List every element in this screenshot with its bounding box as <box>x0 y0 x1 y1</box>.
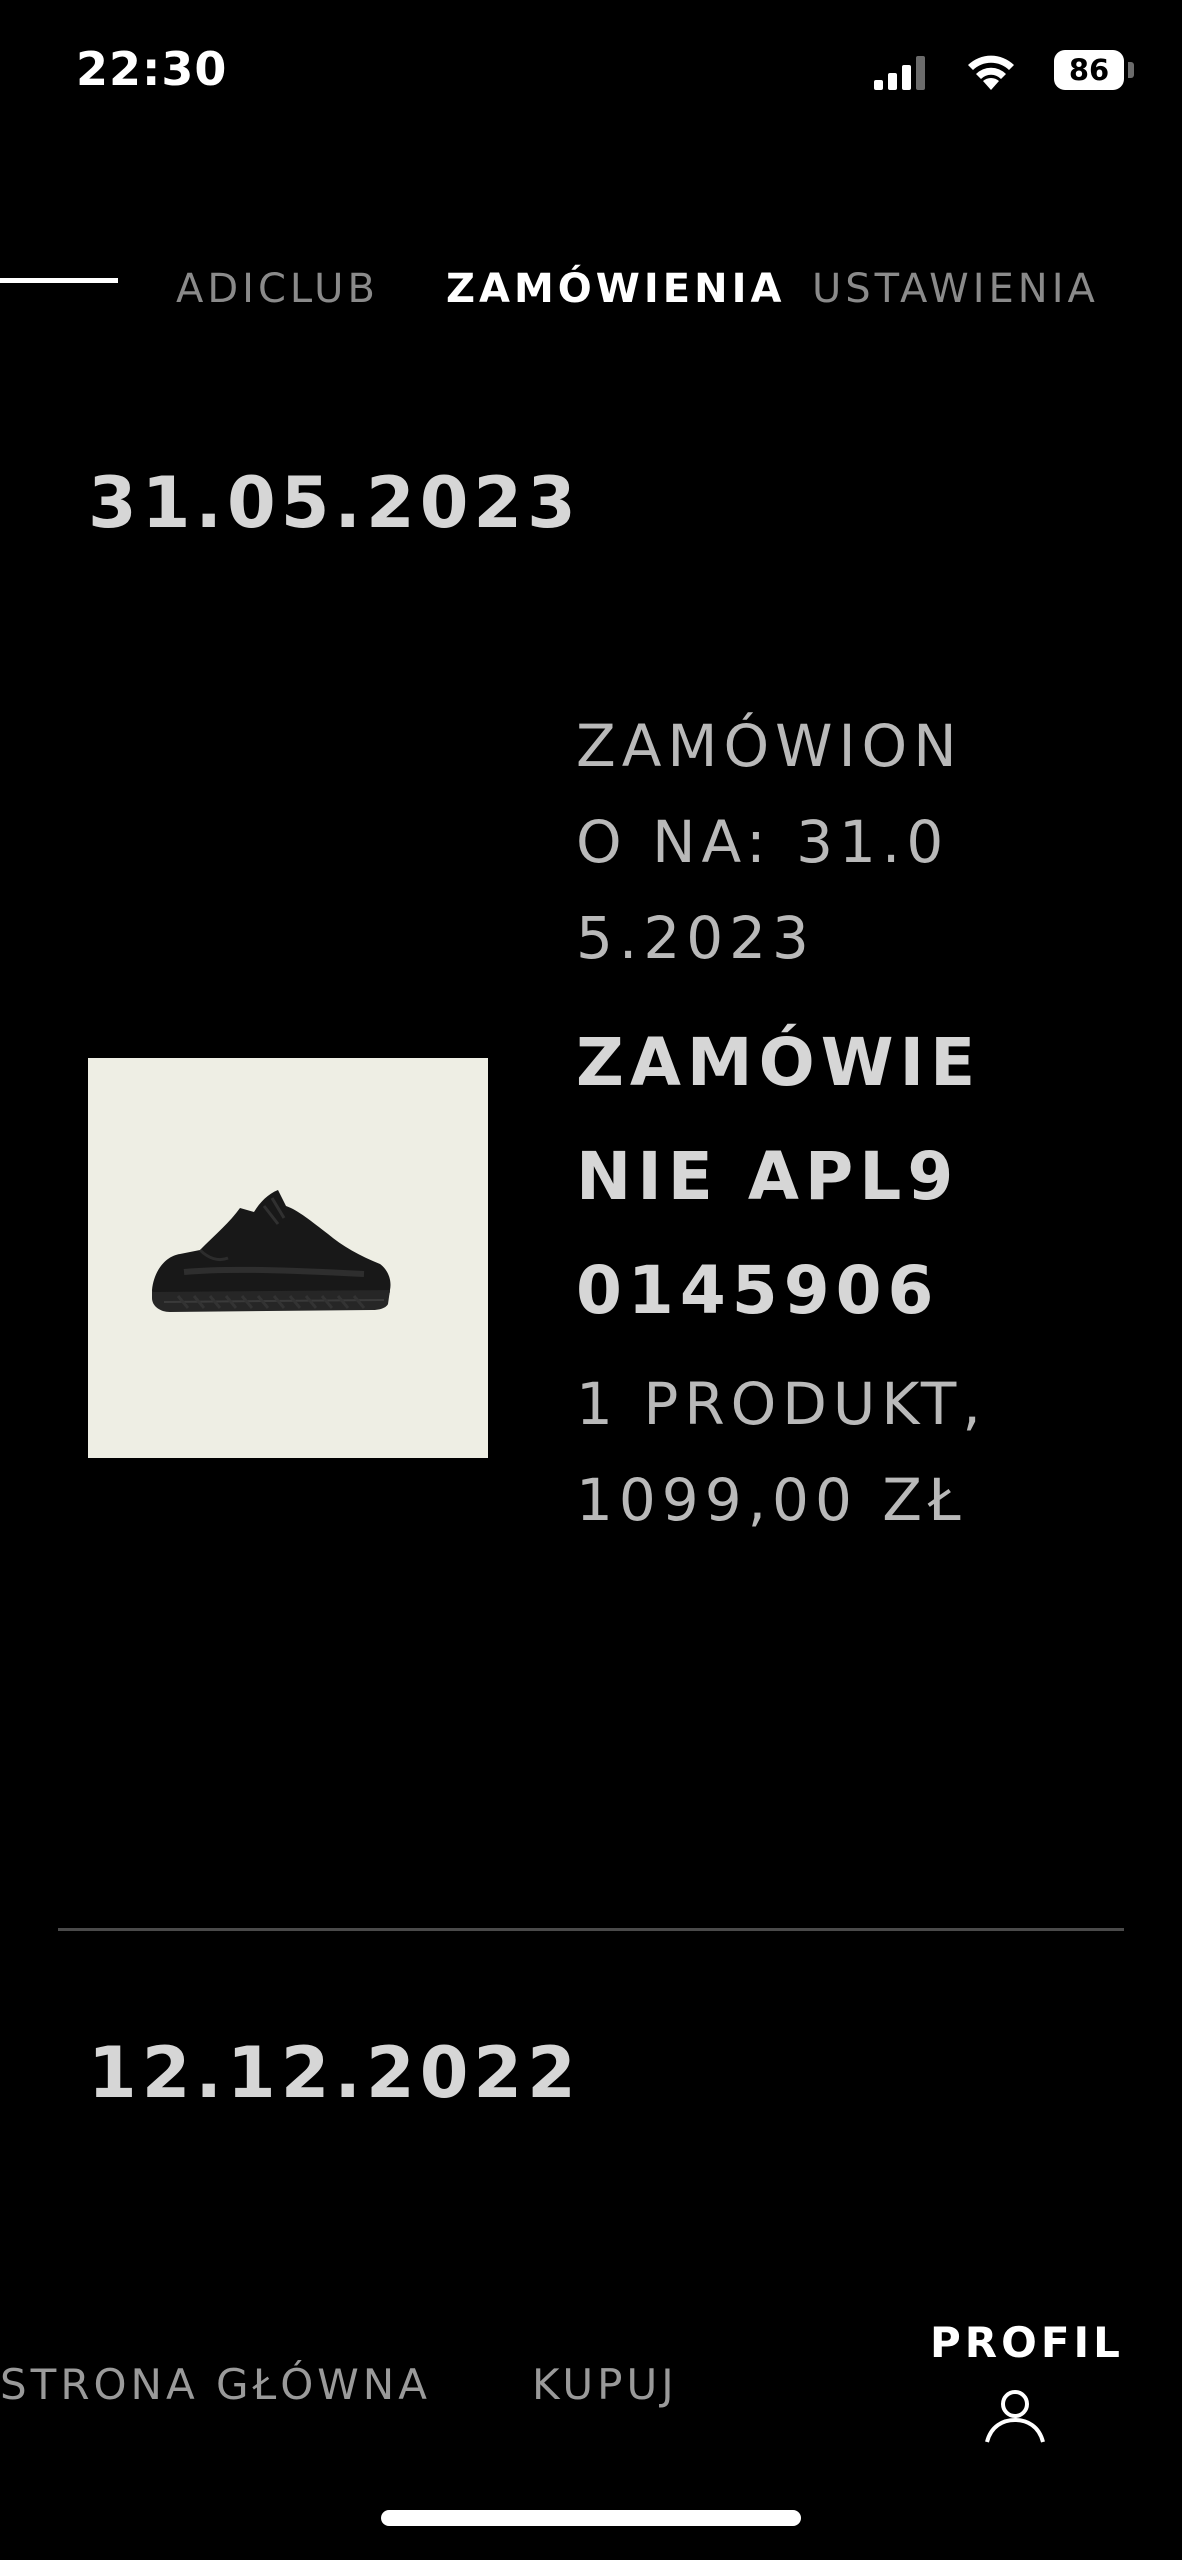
home-indicator[interactable] <box>381 2510 801 2526</box>
order-details[interactable]: ZAMÓWIONO NA: 31.05.2023 ZAMÓWIENIE APL9… <box>576 698 996 1548</box>
sneaker-image <box>152 1190 391 1312</box>
status-icons: 86 <box>874 50 1134 94</box>
nav-home[interactable]: STRONA GŁÓWNA <box>0 2360 431 2409</box>
battery-level: 86 <box>1054 50 1124 90</box>
order-divider <box>58 1928 1124 1931</box>
tab-orders[interactable]: ZAMÓWIENIA <box>446 266 785 312</box>
battery-icon: 86 <box>1054 50 1134 90</box>
battery-cap <box>1128 62 1134 78</box>
tab-settings[interactable]: USTAWIENIA <box>812 266 1099 312</box>
tab-adiclub[interactable]: ADICLUB <box>176 266 379 312</box>
order-date: 12.12.2022 <box>88 2032 581 2114</box>
order-summary: 1 PRODUKT, 1099,00 ZŁ <box>576 1370 987 1534</box>
ordered-on-date: ZAMÓWIONO NA: 31.05.2023 <box>576 712 963 972</box>
account-tabs: ADICLUB ZAMÓWIENIA USTAWIENIA <box>0 266 1182 326</box>
nav-shop[interactable]: KUPUJ <box>532 2360 678 2409</box>
wifi-icon <box>968 55 1014 90</box>
order-number: ZAMÓWIENIE APL90145906 <box>576 1024 982 1329</box>
product-image[interactable] <box>88 1058 488 1458</box>
nav-profile[interactable]: PROFIL <box>930 2318 1124 2367</box>
order-date: 31.05.2023 <box>88 462 581 544</box>
signal-icon <box>874 56 925 90</box>
profile-icon[interactable] <box>985 2388 1045 2444</box>
status-time: 22:30 <box>76 42 228 96</box>
